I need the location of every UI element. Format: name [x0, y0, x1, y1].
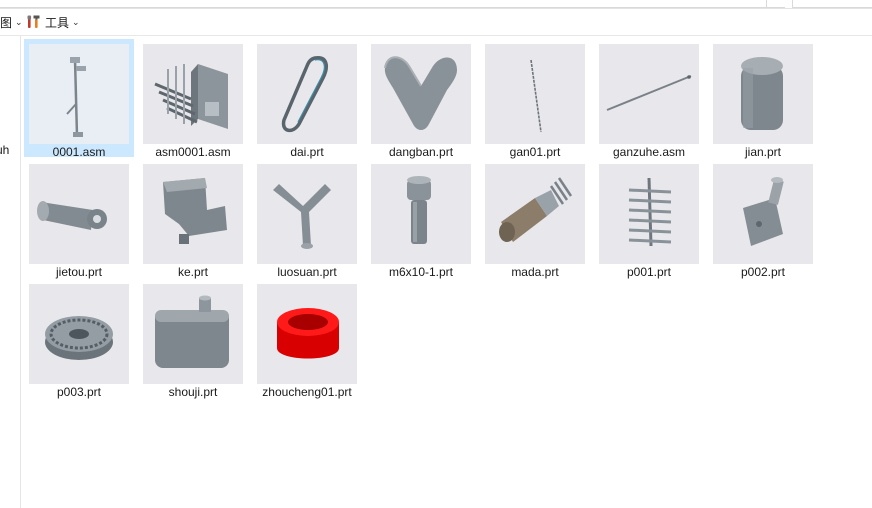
- file-item-gan01-prt[interactable]: gan01.prt: [480, 39, 590, 159]
- file-thumbnail: [599, 164, 699, 264]
- tools-menu-label: 工具: [45, 15, 70, 30]
- file-thumbnail: [371, 164, 471, 264]
- housing-block-icon: [163, 178, 227, 244]
- long-rod-icon: [606, 75, 692, 111]
- file-name: dai.prt: [290, 145, 324, 159]
- file-thumbnail: [485, 44, 585, 144]
- file-thumbnail: [257, 164, 357, 264]
- tools-icon: [27, 15, 40, 28]
- chevron-down-icon: ⌄: [15, 16, 23, 27]
- file-thumbnail: [713, 164, 813, 264]
- view-menu-label: 图: [0, 15, 13, 30]
- file-thumbnail: [257, 44, 357, 144]
- file-thumbnail: [257, 284, 357, 384]
- assembly-bracket-icon: [154, 64, 228, 129]
- file-item-ke-prt[interactable]: ke.prt: [138, 159, 248, 279]
- nav-pane-fragment: uh: [0, 143, 10, 157]
- address-dropdown-button[interactable]: [766, 0, 785, 8]
- file-name: p001.prt: [626, 265, 672, 279]
- file-thumbnail: [29, 284, 129, 384]
- file-name: jietou.prt: [55, 265, 103, 279]
- joint-icon: [37, 201, 107, 230]
- file-item-jietou-prt[interactable]: jietou.prt: [24, 159, 134, 279]
- file-grid[interactable]: 0001.asm asm0001.asm dai.prt dangban.prt…: [21, 36, 872, 508]
- file-name: jian.prt: [744, 145, 782, 159]
- file-thumbnail: [143, 44, 243, 144]
- file-thumbnail: [29, 164, 129, 264]
- file-item-0001-asm[interactable]: 0001.asm: [24, 39, 134, 159]
- file-name: gan01.prt: [509, 145, 561, 159]
- thin-rod-icon: [530, 59, 542, 133]
- belt-loop-icon: [281, 56, 329, 133]
- file-name: mada.prt: [511, 265, 559, 279]
- v-plate-icon: [384, 56, 457, 130]
- file-name: p003.prt: [56, 385, 102, 399]
- file-item-m6x10-1-prt[interactable]: m6x10-1.prt: [366, 159, 476, 279]
- bolt-icon: [407, 176, 431, 244]
- y-fork-icon: [273, 184, 331, 249]
- file-item-zhoucheng01-prt[interactable]: zhoucheng01.prt: [252, 279, 362, 399]
- file-item-dangban-prt[interactable]: dangban.prt: [366, 39, 476, 159]
- pulley-icon: [45, 316, 113, 360]
- file-name: shouji.prt: [168, 385, 218, 399]
- address-bar[interactable]: [0, 0, 785, 8]
- tools-menu[interactable]: 工具 ⌄: [26, 13, 80, 31]
- file-item-p002-prt[interactable]: p002.prt: [708, 159, 818, 279]
- chevron-down-icon: ⌄: [72, 16, 80, 27]
- file-name: asm0001.asm: [155, 145, 231, 159]
- navigation-pane[interactable]: uh: [0, 36, 21, 508]
- view-menu[interactable]: 图 ⌄: [0, 13, 23, 31]
- file-name: zhoucheng01.prt: [262, 385, 352, 399]
- command-bar: 图 ⌄ 工具 ⌄: [0, 9, 872, 36]
- search-box[interactable]: [792, 0, 872, 8]
- file-item-mada-prt[interactable]: mada.prt: [480, 159, 590, 279]
- file-item-p001-prt[interactable]: p001.prt: [594, 159, 704, 279]
- file-thumbnail: [143, 284, 243, 384]
- file-item-ganzuhe-asm[interactable]: ganzuhe.asm: [594, 39, 704, 159]
- file-name: 0001.asm: [52, 145, 106, 159]
- file-thumbnail: [599, 44, 699, 144]
- file-name: ke.prt: [177, 265, 208, 279]
- file-name: p002.prt: [740, 265, 786, 279]
- file-thumbnail: [713, 44, 813, 144]
- file-thumbnail: [29, 44, 129, 144]
- file-thumbnail: [485, 164, 585, 264]
- comb-part-icon: [628, 177, 672, 247]
- file-name: luosuan.prt: [277, 265, 337, 279]
- file-item-luosuan-prt[interactable]: luosuan.prt: [252, 159, 362, 279]
- file-item-shouji-prt[interactable]: shouji.prt: [138, 279, 248, 399]
- file-name: ganzuhe.asm: [612, 145, 686, 159]
- cylinder-icon: [741, 57, 783, 130]
- file-item-asm0001-asm[interactable]: asm0001.asm: [138, 39, 248, 159]
- file-item-jian-prt[interactable]: jian.prt: [708, 39, 818, 159]
- address-bar-strip: [0, 0, 872, 9]
- file-thumbnail: [143, 164, 243, 264]
- file-thumbnail: [371, 44, 471, 144]
- file-item-p003-prt[interactable]: p003.prt: [24, 279, 134, 399]
- file-name: m6x10-1.prt: [388, 265, 454, 279]
- file-item-dai-prt[interactable]: dai.prt: [252, 39, 362, 159]
- red-ring-icon: [277, 308, 339, 359]
- shaft-block-icon: [743, 177, 784, 246]
- box-tank-icon: [155, 295, 229, 368]
- motor-icon: [499, 177, 573, 242]
- assembly-rod-icon: [66, 57, 86, 137]
- file-name: dangban.prt: [388, 145, 454, 159]
